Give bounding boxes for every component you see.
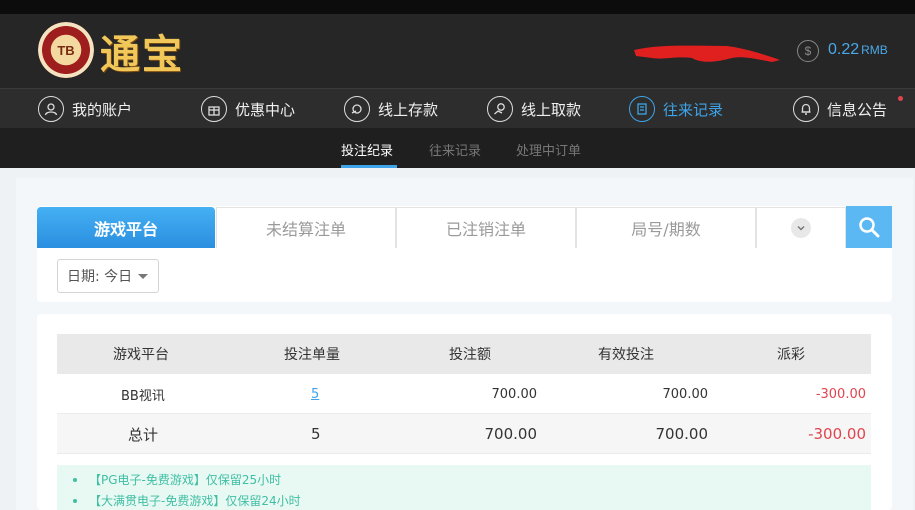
balance-unit: RMB xyxy=(861,43,888,57)
user-icon xyxy=(38,96,64,122)
balance[interactable]: 0.22 RMB xyxy=(828,41,888,59)
balance-value: 0.22 xyxy=(828,41,860,58)
tab-cancelled[interactable]: 已注销注单 xyxy=(396,207,576,248)
logo-chip-icon[interactable]: TB xyxy=(38,22,94,78)
table-header: 游戏平台 投注单量 投注额 有效投注 派彩 xyxy=(57,334,871,374)
nav-records[interactable]: 往来记录 xyxy=(629,89,723,129)
subtab-active-underline xyxy=(341,165,397,168)
nav-label: 信息公告 xyxy=(827,100,888,119)
note-item: 【PG电子-免费游戏】仅保留25小时 xyxy=(73,471,281,488)
nav-label: 优惠中心 xyxy=(235,100,296,119)
top-strip xyxy=(0,0,915,14)
cell-total-count: 5 xyxy=(311,425,321,443)
table-row: BB视讯 5 700.00 700.00 -300.00 xyxy=(57,374,871,414)
sub-nav: 投注纪录 往来记录 处理中订单 xyxy=(0,128,915,168)
date-filter-dropdown[interactable]: 日期: 今日 xyxy=(57,259,159,293)
subtab-pending-orders[interactable]: 处理中订单 xyxy=(516,140,581,159)
tab-more-dropdown[interactable] xyxy=(756,207,846,248)
notes-box: 【PG电子-免费游戏】仅保留25小时 【大满贯电子-免费游戏】仅保留24小时 xyxy=(57,465,871,510)
tab-round-number[interactable]: 局号/期数 xyxy=(576,207,756,248)
cell-total-valid-bet: 700.00 xyxy=(655,425,709,443)
record-icon xyxy=(629,96,655,122)
bullet-icon xyxy=(73,477,77,482)
bell-icon xyxy=(793,96,819,122)
logo-text[interactable]: 通宝 xyxy=(100,22,184,80)
nav-promotions[interactable]: 优惠中心 xyxy=(201,89,295,129)
cell-valid-bet: 700.00 xyxy=(662,386,709,402)
note-item: 【大满贯电子-免费游戏】仅保留24小时 xyxy=(73,492,301,509)
cell-total-payout: -300.00 xyxy=(808,425,866,443)
note-text: 【大满贯电子-免费游戏】仅保留24小时 xyxy=(89,494,301,508)
tab-game-platform[interactable]: 游戏平台 xyxy=(37,207,215,248)
bullet-icon xyxy=(73,498,77,503)
nav-deposit[interactable]: 线上存款 xyxy=(344,89,438,129)
subtab-bet-records[interactable]: 投注纪录 xyxy=(341,140,393,159)
nav-label: 线上存款 xyxy=(378,100,439,119)
chevron-down-icon xyxy=(791,218,811,238)
col-header-platform: 游戏平台 xyxy=(113,347,169,363)
cell-total-label: 总计 xyxy=(128,425,159,444)
date-filter-label: 日期: 今日 xyxy=(67,269,133,285)
balance-icon: $ xyxy=(797,40,819,62)
cell-amount: 700.00 xyxy=(491,386,538,402)
note-text: 【PG电子-免费游戏】仅保留25小时 xyxy=(89,473,282,487)
username-redaction xyxy=(634,45,780,62)
search-button[interactable] xyxy=(846,206,892,248)
cell-count-link[interactable]: 5 xyxy=(311,374,319,414)
table-row-total: 总计 5 700.00 700.00 -300.00 xyxy=(57,414,871,454)
subtab-transactions[interactable]: 往来记录 xyxy=(429,140,481,159)
deposit-icon xyxy=(344,96,370,122)
cell-payout: -300.00 xyxy=(815,386,866,402)
col-header-amount: 投注额 xyxy=(449,347,491,363)
notification-dot xyxy=(898,96,903,101)
header: TB 通宝 $ 0.22 RMB xyxy=(0,14,915,88)
nav-label: 我的账户 xyxy=(72,100,133,119)
tab-unsettled[interactable]: 未结算注单 xyxy=(216,207,396,248)
search-icon xyxy=(859,217,880,238)
col-header-count: 投注单量 xyxy=(284,347,340,363)
logo-badge-text: TB xyxy=(57,42,75,58)
nav-label: 往来记录 xyxy=(663,100,724,119)
withdraw-icon xyxy=(487,96,513,122)
cell-platform: BB视讯 xyxy=(121,388,165,404)
gift-icon xyxy=(201,96,227,122)
nav-announcements[interactable]: 信息公告 xyxy=(793,89,887,129)
nav-my-account[interactable]: 我的账户 xyxy=(38,89,132,129)
main-nav: 我的账户 优惠中心 线上存款 线上取款 往来记录 信息公告 xyxy=(0,88,915,128)
cell-total-amount: 700.00 xyxy=(484,425,538,443)
caret-down-icon xyxy=(138,273,149,279)
nav-withdraw[interactable]: 线上取款 xyxy=(487,89,581,129)
col-header-valid-bet: 有效投注 xyxy=(598,347,654,363)
nav-label: 线上取款 xyxy=(521,100,582,119)
col-header-payout: 派彩 xyxy=(777,347,805,363)
